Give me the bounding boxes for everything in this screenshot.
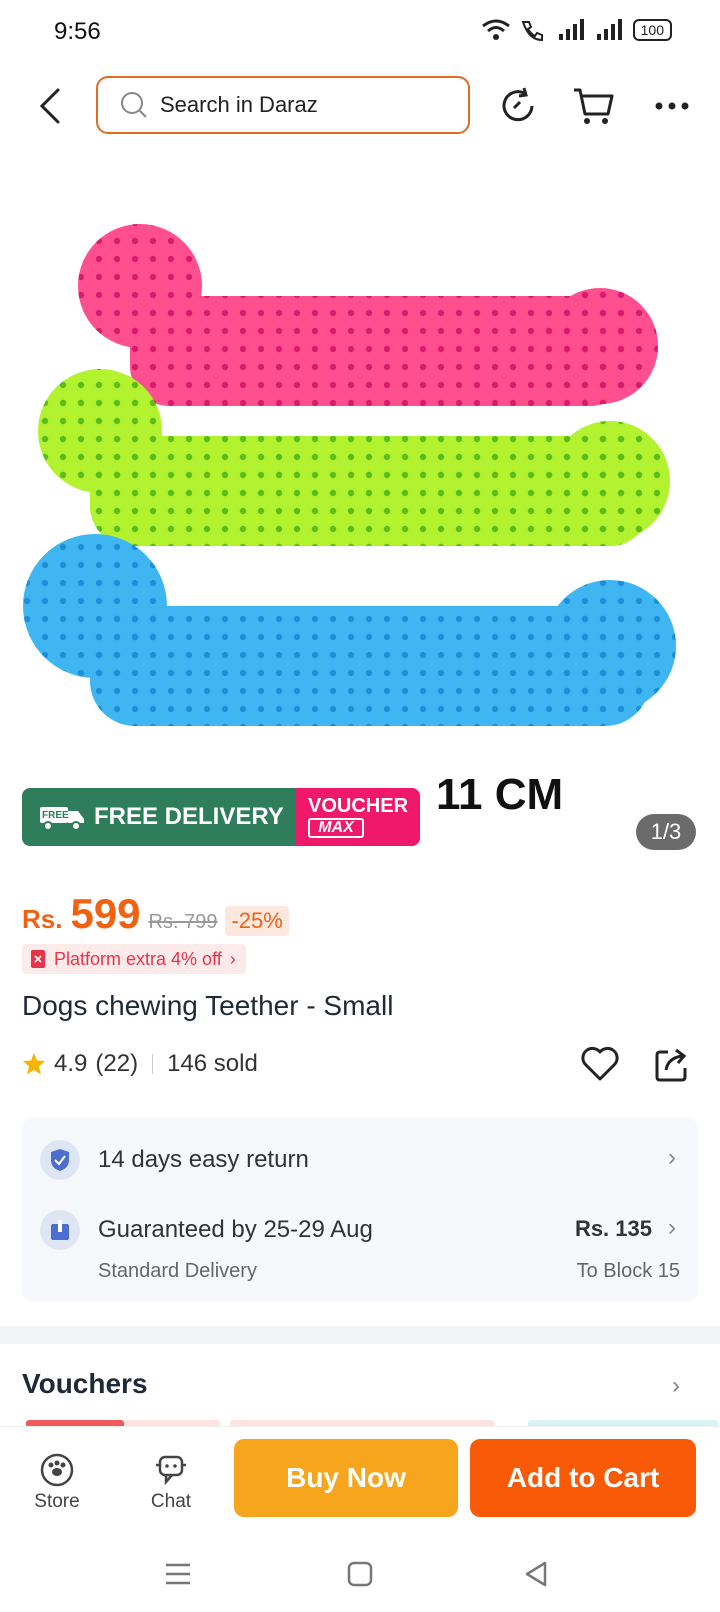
search-icon (121, 92, 147, 118)
chevron-right-icon[interactable]: › (672, 1372, 680, 1400)
bottom-action-bar: Store Chat Buy Now Add to Cart (0, 1426, 720, 1536)
truck-icon: FREE (40, 807, 84, 831)
search-input[interactable]: Search in Daraz (96, 76, 470, 134)
wishlist-button[interactable] (580, 1044, 620, 1084)
battery-icon: 100 (632, 19, 672, 41)
cart-button[interactable] (572, 84, 616, 128)
product-image[interactable] (0, 196, 720, 836)
store-button[interactable]: Store (22, 1453, 92, 1513)
home-nav-button[interactable] (340, 1554, 380, 1594)
service-card: 14 days easy return › Guaranteed by 25-2… (22, 1118, 698, 1302)
rating-score: 4.9 (54, 1050, 88, 1077)
store-icon (40, 1453, 74, 1487)
status-icons: 100 (481, 18, 672, 42)
refresh-icon (502, 87, 534, 122)
status-bar: 9:56 100 (0, 0, 720, 66)
promo-banner: FREE FREE DELIVERY VOUCHER MAX (22, 788, 420, 846)
delivery-row[interactable]: Guaranteed by 25-29 Aug (40, 1210, 373, 1250)
delivery-guarantee-text: Guaranteed by 25-29 Aug (98, 1216, 373, 1243)
free-delivery-label: FREE DELIVERY (94, 803, 284, 830)
back-arrow-icon (39, 88, 60, 124)
chat-icon (156, 1455, 186, 1486)
divider (152, 1054, 154, 1074)
back-triangle-icon (525, 1561, 547, 1587)
sold-count: 146 sold (167, 1050, 258, 1077)
voucher-label: VOUCHER (308, 795, 409, 817)
voucher-max-badge: VOUCHER MAX (296, 788, 420, 846)
add-to-cart-button[interactable]: Add to Cart (470, 1439, 696, 1517)
history-button[interactable] (496, 84, 540, 128)
delivery-type: Standard Delivery (98, 1260, 257, 1282)
back-nav-button[interactable] (516, 1554, 556, 1594)
signal-icon-2 (596, 19, 622, 40)
share-icon (655, 1048, 687, 1082)
store-label: Store (34, 1491, 80, 1512)
price-value: 599 (70, 890, 141, 937)
coupon-icon (31, 950, 45, 968)
return-policy-row[interactable]: 14 days easy return (40, 1140, 309, 1180)
price-currency: Rs. (22, 904, 63, 934)
signal-icon (558, 19, 584, 40)
share-button[interactable] (652, 1044, 692, 1084)
more-icon (655, 102, 689, 110)
heart-icon (581, 1046, 619, 1081)
platform-discount-label: Platform extra 4% off (54, 948, 222, 969)
product-title: Dogs chewing Teether - Small (22, 990, 394, 1021)
original-price: Rs. 799 (148, 911, 218, 933)
delivery-box-icon (40, 1210, 80, 1250)
search-placeholder: Search in Daraz (160, 92, 318, 117)
star-icon (23, 1053, 45, 1075)
rating-count: (22) (95, 1050, 139, 1077)
size-label: 11 CM (436, 770, 564, 819)
menu-icon (166, 1563, 190, 1585)
menu-nav-button[interactable] (158, 1554, 198, 1594)
chew-bones-image (23, 224, 676, 726)
chevron-right-icon: › (668, 1214, 676, 1241)
chat-button[interactable]: Chat (136, 1453, 206, 1513)
voucher-max-label: MAX (308, 818, 364, 838)
discount-badge: -25% (225, 906, 289, 936)
free-delivery-badge: FREE FREE DELIVERY (22, 788, 296, 846)
section-divider (0, 1326, 720, 1344)
vouchers-title[interactable]: Vouchers (22, 1368, 148, 1400)
price-row: Rs. 599 Rs. 799 -25% (22, 890, 289, 938)
buy-now-button[interactable]: Buy Now (234, 1439, 458, 1517)
delivery-price: Rs. 135 (574, 1216, 652, 1241)
chevron-right-icon: › (229, 948, 236, 969)
home-square-icon (347, 1561, 373, 1587)
shield-icon (40, 1140, 80, 1180)
cart-icon (574, 88, 614, 124)
platform-discount-tag[interactable]: Platform extra 4% off › (22, 944, 246, 974)
chat-label: Chat (150, 1491, 192, 1512)
delivery-location: To Block 15 (576, 1260, 680, 1282)
image-counter: 1/3 (636, 814, 696, 850)
back-button[interactable] (30, 84, 70, 128)
return-policy-text: 14 days easy return (98, 1146, 309, 1173)
status-time: 9:56 (54, 18, 101, 45)
rating-row[interactable]: 4.9 (22) 146 sold (22, 1050, 258, 1078)
header: Search in Daraz (0, 76, 720, 136)
more-button[interactable] (650, 84, 694, 128)
system-nav-bar (0, 1536, 720, 1612)
svg-text:FREE: FREE (42, 810, 69, 821)
chevron-right-icon: › (668, 1144, 676, 1171)
call-icon (521, 21, 543, 42)
wifi-icon (481, 19, 510, 40)
